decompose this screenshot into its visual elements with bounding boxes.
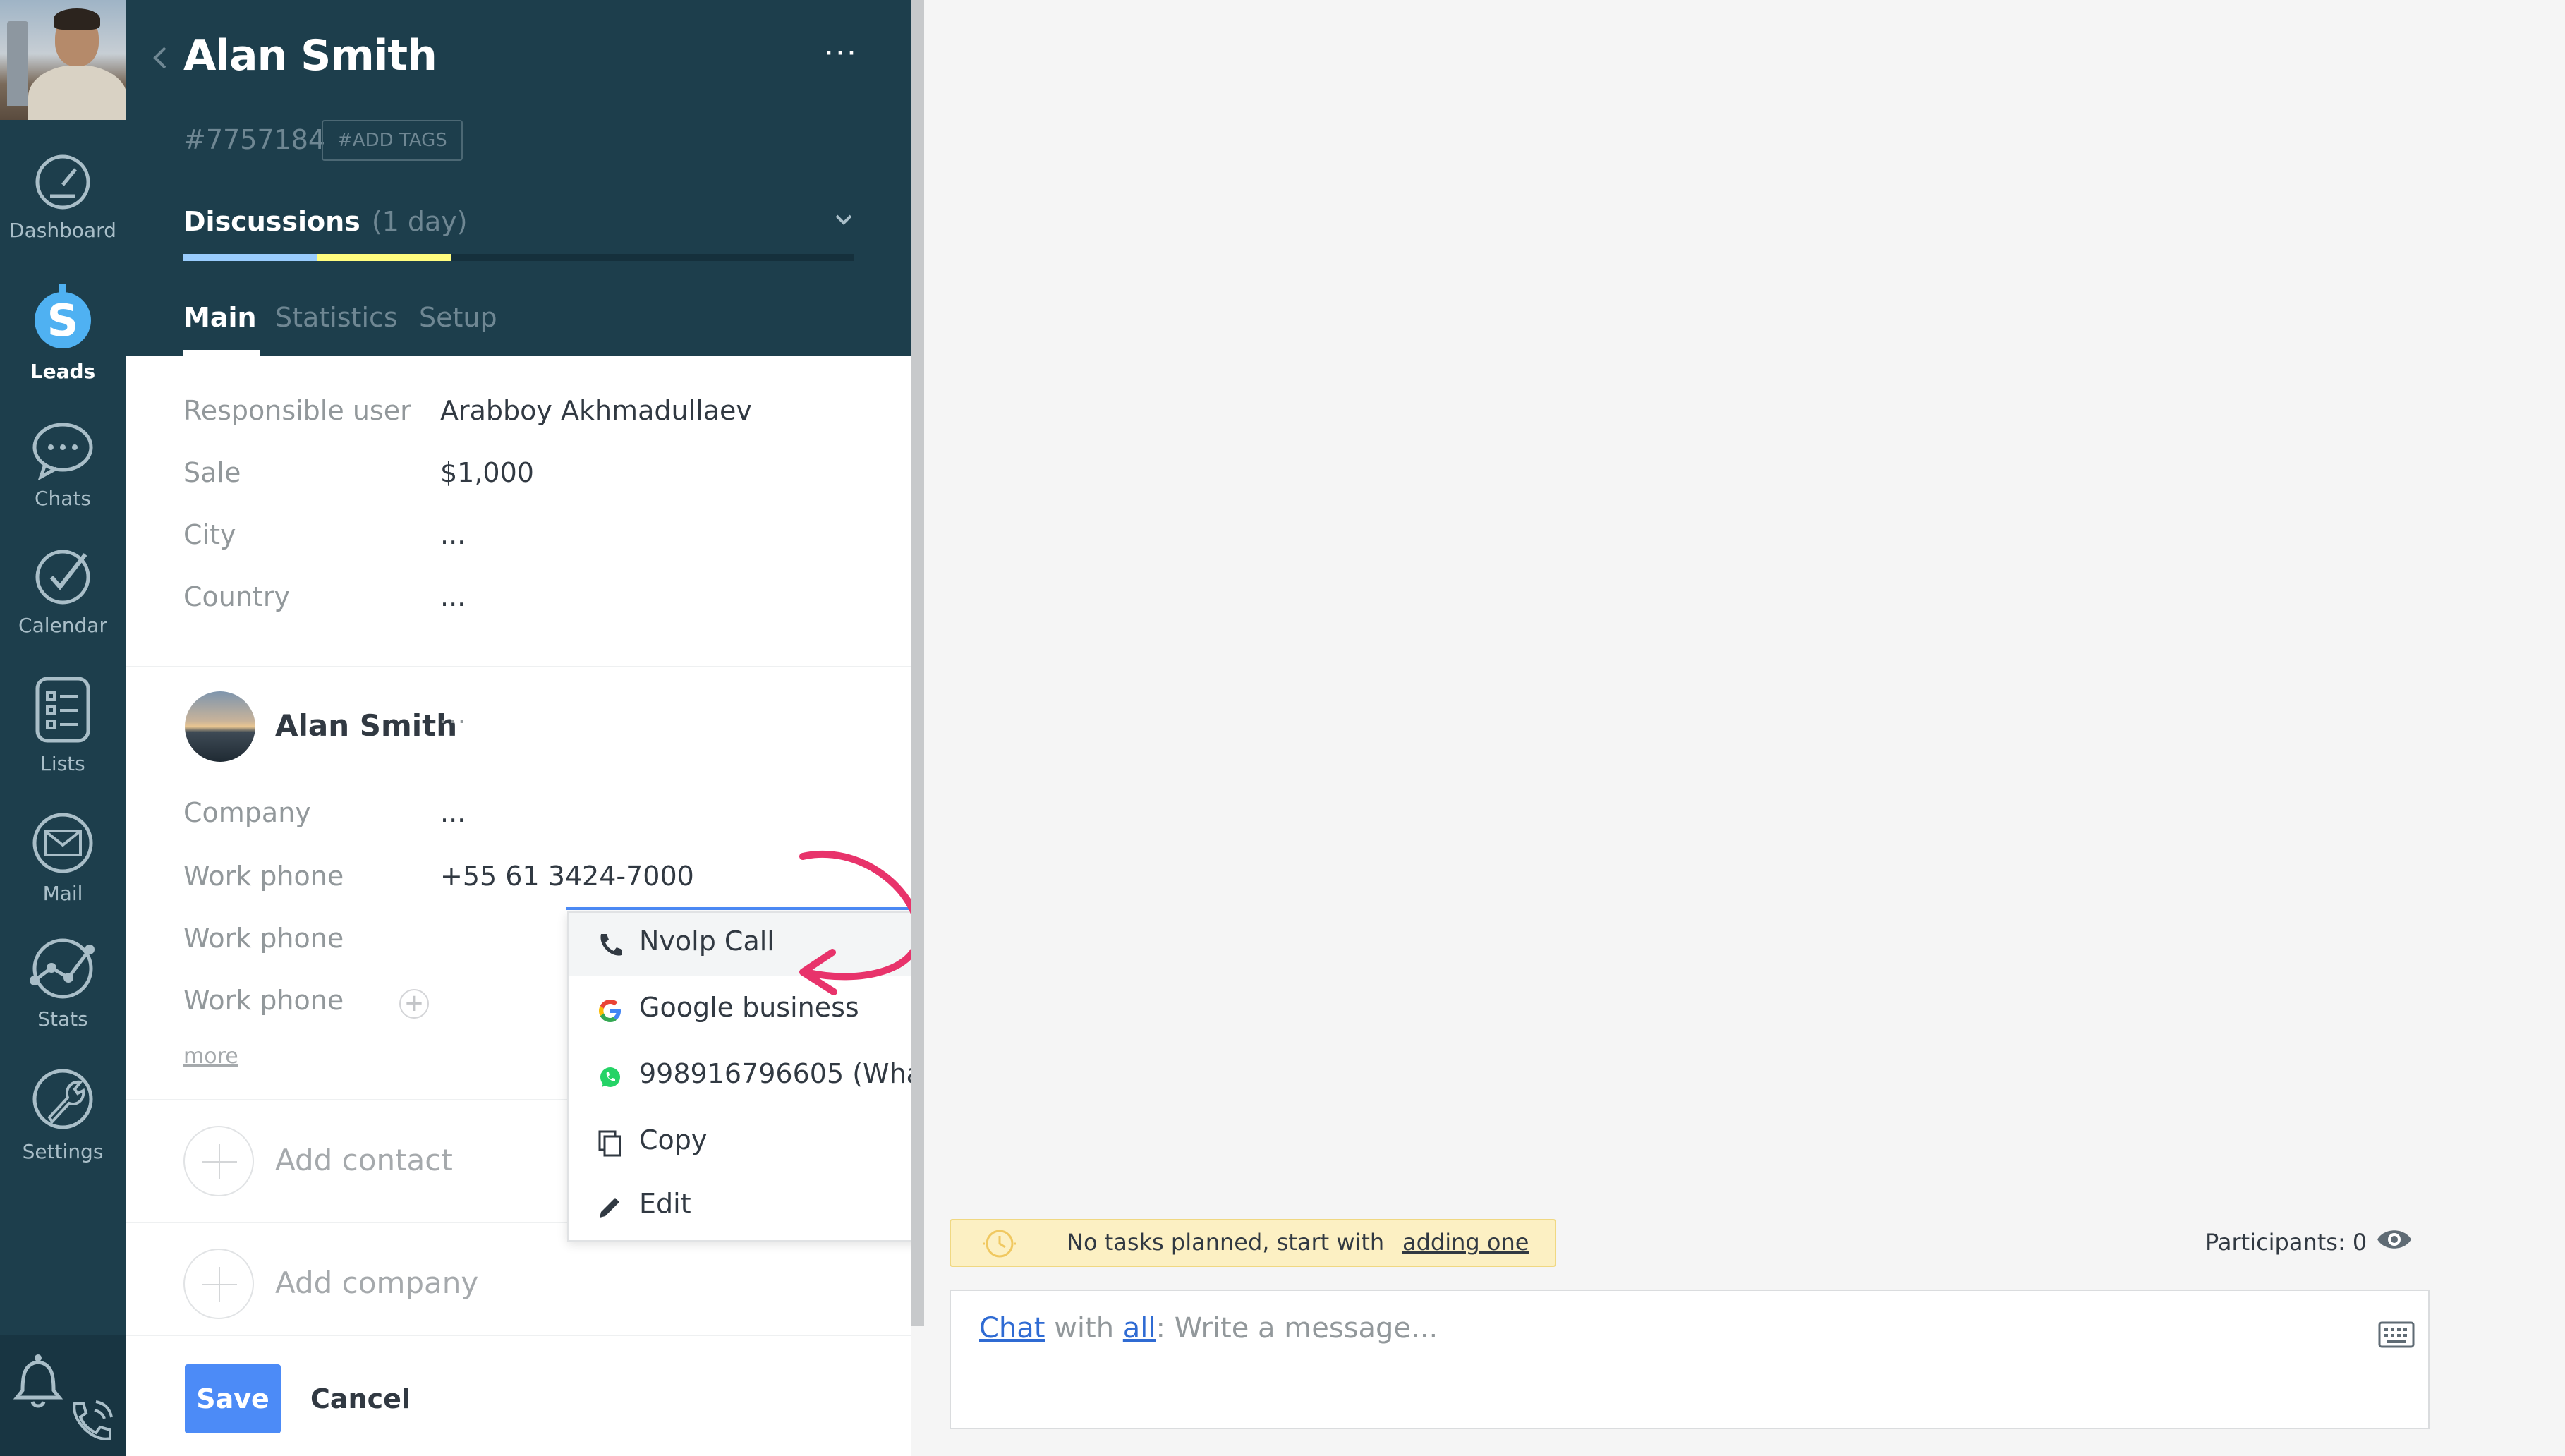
- no-tasks-text: No tasks planned, start with: [1067, 1229, 1385, 1256]
- phone-call-icon[interactable]: [65, 1396, 119, 1450]
- dashboard-icon: [35, 154, 90, 210]
- user-avatar[interactable]: [0, 0, 126, 120]
- google-icon: [599, 1000, 621, 1022]
- menu-item-label: Copy: [639, 1124, 708, 1155]
- pencil-icon: [600, 1198, 619, 1218]
- field-label: Responsible user: [183, 395, 411, 426]
- field-value[interactable]: ...: [440, 519, 466, 550]
- menu-item-label: Google business: [639, 992, 859, 1023]
- more-fields-link[interactable]: more: [183, 1044, 238, 1069]
- nav-bottom-bar: [0, 1335, 126, 1456]
- pipeline-stage[interactable]: Discussions (1 day): [183, 206, 468, 237]
- participants-count: Participants: 0: [2205, 1229, 2367, 1256]
- calendar-icon: [35, 550, 90, 605]
- add-phone-icon[interactable]: +: [399, 989, 429, 1019]
- card-footer: Save Cancel: [126, 1335, 911, 1456]
- field-value[interactable]: Arabboy Akhmadullaev: [440, 395, 752, 426]
- field-label: Work phone: [183, 861, 344, 892]
- add-company-label[interactable]: Add company: [275, 1266, 478, 1300]
- nav-chats[interactable]: Chats: [0, 420, 126, 510]
- field-label: Work phone: [183, 985, 344, 1016]
- nav-label-dashboard: Dashboard: [9, 219, 116, 242]
- menu-item-label: Edit: [639, 1188, 691, 1219]
- composer-line[interactable]: Chat with all: Write a message...: [979, 1312, 1438, 1345]
- tab-setup[interactable]: Setup: [419, 302, 497, 333]
- pipeline-progress-bar[interactable]: [183, 254, 854, 261]
- progress-segment-1: [183, 254, 317, 261]
- contact-more-icon[interactable]: ···: [439, 710, 467, 735]
- field-label: Country: [183, 581, 290, 612]
- lead-card: Alan Smith ··· #7757184 #ADD TAGS Discus…: [126, 0, 1010, 1456]
- add-contact-plus-icon[interactable]: [183, 1126, 254, 1196]
- lead-card-header: Alan Smith ··· #7757184 #ADD TAGS Discus…: [126, 0, 911, 356]
- divider: [126, 666, 911, 667]
- nav-lists[interactable]: Lists: [0, 674, 126, 775]
- nav-label-lists: Lists: [40, 752, 85, 775]
- clock-icon: [983, 1230, 1016, 1258]
- phone-icon: [600, 934, 622, 956]
- nav-stats[interactable]: Stats: [0, 937, 126, 1031]
- field-label: Work phone: [183, 923, 344, 954]
- svg-text:S: S: [47, 295, 79, 346]
- pipeline-stage-name: Discussions: [183, 206, 360, 237]
- field-label: City: [183, 519, 236, 550]
- field-value[interactable]: $1,000: [440, 457, 534, 488]
- field-label: Company: [183, 797, 311, 828]
- menu-item-label: Nvolp Call: [639, 926, 775, 957]
- lead-id: #7757184: [183, 124, 326, 155]
- recipient-link[interactable]: all: [1123, 1312, 1156, 1345]
- composer-placeholder[interactable]: : Write a message...: [1156, 1312, 1438, 1345]
- phone-input[interactable]: +55 61 3424-7000: [440, 861, 694, 892]
- nav-leads[interactable]: S Leads: [0, 282, 126, 383]
- copy-icon: [598, 1130, 621, 1157]
- keyboard-icon[interactable]: [2377, 1321, 2415, 1349]
- contact-name[interactable]: Alan Smith: [275, 708, 457, 743]
- left-nav: Dashboard S Leads Chats Calendar Lists M…: [0, 0, 126, 1456]
- field-label: Sale: [183, 457, 241, 488]
- cancel-button[interactable]: Cancel: [310, 1364, 411, 1433]
- add-company-plus-icon[interactable]: [183, 1249, 254, 1319]
- add-contact-label[interactable]: Add contact: [275, 1143, 453, 1177]
- pipeline-duration: (1 day): [371, 206, 468, 237]
- bell-icon[interactable]: [13, 1348, 63, 1410]
- nav-label-settings: Settings: [22, 1140, 104, 1163]
- settings-icon: [32, 1069, 93, 1129]
- nav-dashboard[interactable]: Dashboard: [0, 152, 126, 242]
- nav-mail[interactable]: Mail: [0, 811, 126, 905]
- back-chevron-icon[interactable]: [150, 44, 171, 72]
- lead-title[interactable]: Alan Smith: [183, 31, 437, 80]
- chat-type-link[interactable]: Chat: [979, 1312, 1045, 1345]
- message-composer[interactable]: Chat with all: Write a message...: [950, 1290, 2430, 1429]
- lists-icon: [35, 677, 90, 743]
- nav-label-stats: Stats: [37, 1007, 88, 1031]
- composer-with-text: with: [1054, 1312, 1115, 1345]
- nav-label-calendar: Calendar: [18, 614, 107, 637]
- nav-label-leads: Leads: [30, 360, 96, 383]
- card-scrollbar[interactable]: [911, 0, 924, 1326]
- add-tags-button[interactable]: #ADD TAGS: [322, 120, 463, 161]
- field-value[interactable]: ...: [440, 581, 466, 612]
- nav-settings[interactable]: Settings: [0, 1065, 126, 1163]
- nav-label-mail: Mail: [42, 882, 83, 905]
- feed-area: No tasks planned, start with adding one …: [924, 0, 2565, 1456]
- nav-calendar[interactable]: Calendar: [0, 547, 126, 637]
- eye-icon[interactable]: [2375, 1225, 2414, 1254]
- progress-segment-2: [317, 254, 451, 261]
- tab-statistics[interactable]: Statistics: [275, 302, 398, 333]
- no-tasks-banner: No tasks planned, start with adding one: [950, 1219, 1556, 1267]
- leads-icon: S: [35, 284, 91, 348]
- active-tab-indicator: [183, 350, 260, 356]
- chats-icon: [32, 423, 93, 480]
- tab-main[interactable]: Main: [183, 302, 257, 333]
- stats-icon: [30, 938, 95, 999]
- add-task-link[interactable]: adding one: [1402, 1220, 1529, 1264]
- mail-icon: [32, 813, 93, 873]
- whatsapp-icon: [600, 1067, 620, 1087]
- field-value[interactable]: ...: [440, 797, 466, 828]
- chevron-down-icon[interactable]: [834, 212, 854, 229]
- nav-label-chats: Chats: [34, 487, 92, 510]
- more-options-icon[interactable]: ···: [824, 38, 858, 69]
- save-button[interactable]: Save: [185, 1364, 281, 1433]
- contact-avatar[interactable]: [185, 691, 255, 762]
